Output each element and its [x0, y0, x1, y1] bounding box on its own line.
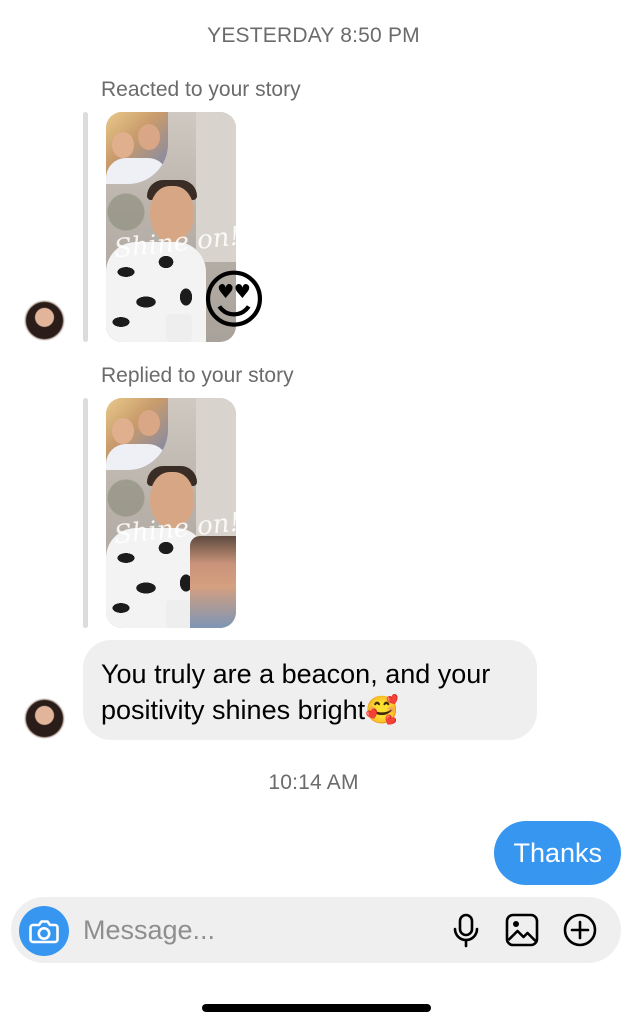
sender-avatar[interactable]	[24, 300, 65, 341]
story-reply-caption: Replied to your story	[101, 364, 294, 387]
outgoing-message-bubble[interactable]: Thanks	[494, 821, 621, 885]
incoming-message-bubble[interactable]: You truly are a beacon, and your positiv…	[83, 640, 537, 740]
plus-circle-icon	[563, 913, 597, 947]
story-mug	[166, 314, 192, 342]
story-mug	[166, 600, 192, 628]
sender-avatar[interactable]	[24, 698, 65, 739]
timestamp-yesterday: YESTERDAY 8:50 PM	[207, 24, 420, 47]
incoming-message-text: You truly are a beacon, and your positiv…	[101, 659, 491, 725]
microphone-icon	[453, 913, 479, 948]
message-composer	[11, 897, 621, 963]
outgoing-message-text: Thanks	[513, 838, 602, 868]
heart-eyes-reaction-emoji: 😍	[200, 264, 268, 336]
camera-button[interactable]	[19, 906, 69, 956]
timestamp-today: 10:14 AM	[268, 771, 359, 794]
story-inset-photo	[106, 398, 168, 470]
camera-icon	[29, 920, 59, 944]
story-thumbnail-replied[interactable]: Shine on!	[106, 398, 236, 628]
image-icon	[505, 913, 539, 947]
story-reply-indicator-bar	[83, 112, 88, 342]
message-input[interactable]	[83, 897, 443, 963]
home-indicator[interactable]	[202, 1004, 431, 1012]
gallery-button[interactable]	[504, 911, 540, 949]
story-reply-indicator-bar	[83, 398, 88, 628]
story-reaction-caption: Reacted to your story	[101, 78, 301, 101]
story-inset-photo	[106, 112, 168, 184]
more-options-button[interactable]	[562, 911, 598, 949]
story-reply-selfie	[190, 536, 236, 628]
microphone-button[interactable]	[448, 911, 484, 949]
